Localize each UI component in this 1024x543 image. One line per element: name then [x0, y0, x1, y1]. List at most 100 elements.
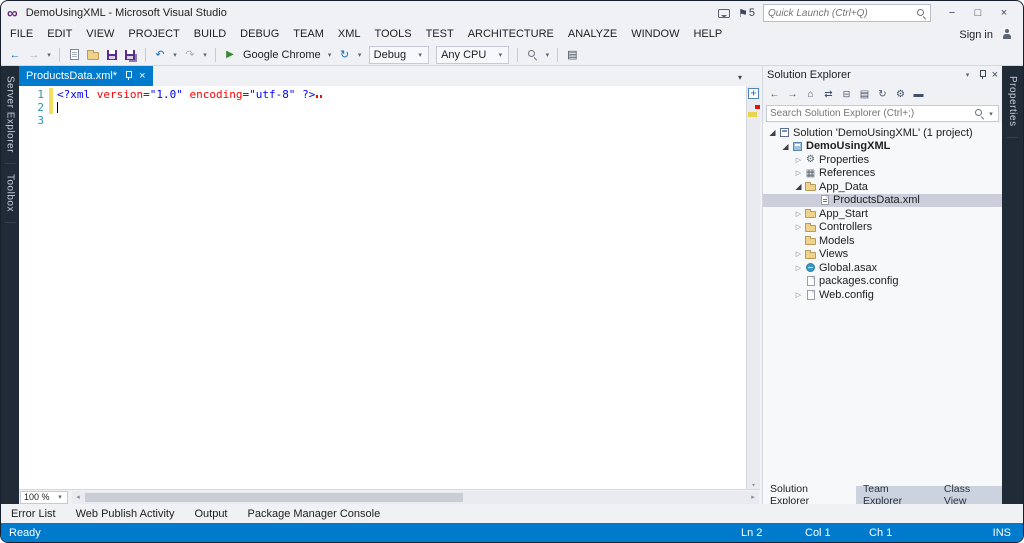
- horizontal-scrollbar[interactable]: ◂ ▸: [72, 490, 759, 504]
- close-button[interactable]: ×: [991, 4, 1017, 22]
- scroll-down-arrow-icon[interactable]: ▾: [747, 481, 760, 489]
- menu-item-tools[interactable]: TOOLS: [367, 25, 418, 44]
- browser-target-label[interactable]: Google Chrome: [241, 49, 323, 61]
- menu-item-build[interactable]: BUILD: [187, 25, 233, 44]
- refresh-browser-button[interactable]: ↻: [337, 46, 353, 64]
- menu-item-view[interactable]: VIEW: [79, 25, 121, 44]
- search-options-caret-icon[interactable]: ▾: [987, 110, 995, 118]
- new-file-button[interactable]: [66, 46, 82, 64]
- menu-item-analyze[interactable]: ANALYZE: [561, 25, 624, 44]
- code-line-1[interactable]: <?xml version="1.0" encoding="utf-8" ?>: [57, 88, 746, 101]
- feedback-icon[interactable]: [718, 8, 730, 18]
- code-line-3[interactable]: [57, 114, 746, 127]
- tree-item-references[interactable]: ▷ ▦ References: [763, 167, 1002, 181]
- tree-item-productsdata-xml[interactable]: ProductsData.xml: [763, 193, 1002, 207]
- close-icon[interactable]: ×: [139, 70, 145, 82]
- collapse-all-button[interactable]: ⊟: [838, 86, 855, 102]
- solution-explorer-header[interactable]: Solution Explorer ▾ ×: [763, 66, 1002, 84]
- editor-tab-productsdata-xml[interactable]: ProductsData.xml* ×: [19, 66, 153, 86]
- tool-tab-properties[interactable]: Properties: [1007, 66, 1018, 138]
- notifications-button[interactable]: ⚑ 5: [738, 7, 755, 20]
- tree-item-solution[interactable]: ◢ Solution 'DemoUsingXML' (1 project): [763, 126, 1002, 140]
- scroll-right-arrow-icon[interactable]: ▸: [747, 491, 759, 504]
- horizontal-scrollbar-thumb[interactable]: [85, 492, 463, 502]
- chevron-collapsed-icon[interactable]: ▷: [793, 210, 804, 218]
- redo-dropdown-caret-icon[interactable]: ▾: [201, 51, 209, 59]
- tree-item-properties[interactable]: ▷ ⚙ Properties: [763, 153, 1002, 167]
- user-account-icon[interactable]: [1001, 29, 1013, 40]
- tree-item-controllers[interactable]: ▷ Controllers: [763, 221, 1002, 235]
- search-box[interactable]: ▾: [766, 105, 999, 122]
- code-text-area[interactable]: <?xml version="1.0" encoding="utf-8" ?>: [53, 86, 746, 489]
- redo-button[interactable]: ↷: [182, 46, 198, 64]
- menu-item-help[interactable]: HELP: [686, 25, 729, 44]
- show-all-files-toolbar-button[interactable]: ▤: [564, 46, 580, 64]
- navigate-forward-button[interactable]: →: [26, 46, 42, 64]
- navigate-backward-button[interactable]: ←: [7, 46, 23, 64]
- chevron-collapsed-icon[interactable]: ▷: [793, 156, 804, 164]
- tab-error-list[interactable]: Error List: [11, 508, 56, 520]
- undo-button[interactable]: ↶: [152, 46, 168, 64]
- back-button[interactable]: ←: [766, 86, 783, 102]
- minimize-button[interactable]: −: [939, 4, 965, 22]
- quick-launch[interactable]: [763, 4, 931, 22]
- solution-configuration-select[interactable]: Debug ▾: [368, 45, 430, 64]
- tree-item-web-config[interactable]: ▷ Web.config: [763, 288, 1002, 302]
- chevron-collapsed-icon[interactable]: ▷: [793, 250, 804, 258]
- sync-with-active-document-button[interactable]: ⇄: [820, 86, 837, 102]
- tool-tab-server-explorer[interactable]: Server Explorer: [4, 66, 16, 164]
- chevron-expanded-icon[interactable]: ◢: [767, 128, 778, 137]
- save-button[interactable]: [104, 46, 120, 64]
- chevron-collapsed-icon[interactable]: ▷: [793, 223, 804, 231]
- pin-icon[interactable]: [124, 71, 133, 81]
- menu-item-window[interactable]: WINDOW: [624, 25, 686, 44]
- tab-team-explorer[interactable]: Team Explorer: [856, 483, 937, 507]
- undo-dropdown-caret-icon[interactable]: ▾: [171, 51, 179, 59]
- solution-platform-select[interactable]: Any CPU ▾: [436, 45, 510, 64]
- properties-button[interactable]: ⚙: [892, 86, 909, 102]
- menu-item-file[interactable]: FILE: [3, 25, 40, 44]
- menu-item-team[interactable]: TEAM: [286, 25, 331, 44]
- tree-item-app-data[interactable]: ◢ App_Data: [763, 180, 1002, 194]
- code-editor[interactable]: 1 2 3 <?xml version="1.0" encoding="utf-…: [19, 86, 760, 489]
- panel-close-icon[interactable]: ×: [992, 69, 998, 81]
- tool-tab-toolbox[interactable]: Toolbox: [4, 164, 16, 223]
- chevron-collapsed-icon[interactable]: ▷: [793, 264, 804, 272]
- tree-item-packages-config[interactable]: packages.config: [763, 275, 1002, 289]
- preview-selected-items-button[interactable]: ▬: [910, 86, 927, 102]
- menu-item-project[interactable]: PROJECT: [121, 25, 186, 44]
- maximize-button[interactable]: □: [965, 4, 991, 22]
- menu-item-xml[interactable]: XML: [331, 25, 368, 44]
- home-button[interactable]: ⌂: [802, 86, 819, 102]
- tree-item-project-demousingxml[interactable]: ◢ DemoUsingXML: [763, 140, 1002, 154]
- editor-split-add-button[interactable]: +: [748, 88, 759, 99]
- refresh-dropdown-caret-icon[interactable]: ▾: [356, 51, 364, 59]
- tab-solution-explorer[interactable]: Solution Explorer: [763, 483, 856, 507]
- find-in-files-button[interactable]: [524, 46, 540, 64]
- find-dropdown-caret-icon[interactable]: ▾: [543, 51, 551, 59]
- tab-overflow-caret-icon[interactable]: ▾: [738, 73, 742, 82]
- chevron-collapsed-icon[interactable]: ▷: [793, 291, 804, 299]
- browser-target-caret-icon[interactable]: ▾: [326, 51, 334, 59]
- auto-hide-pin-icon[interactable]: [978, 70, 986, 80]
- menu-item-architecture[interactable]: ARCHITECTURE: [461, 25, 561, 44]
- solution-explorer-search-input[interactable]: [770, 108, 972, 119]
- chevron-expanded-icon[interactable]: ◢: [780, 142, 791, 151]
- menu-item-debug[interactable]: DEBUG: [233, 25, 286, 44]
- chevron-collapsed-icon[interactable]: ▷: [793, 169, 804, 177]
- forward-button[interactable]: →: [784, 86, 801, 102]
- chevron-expanded-icon[interactable]: ◢: [793, 182, 804, 191]
- menu-item-test[interactable]: TEST: [419, 25, 461, 44]
- tab-package-manager-console[interactable]: Package Manager Console: [248, 508, 381, 520]
- scroll-left-arrow-icon[interactable]: ◂: [72, 491, 84, 504]
- tab-web-publish-activity[interactable]: Web Publish Activity: [76, 508, 175, 520]
- tree-item-global-asax[interactable]: ▷ Global.asax: [763, 261, 1002, 275]
- tree-item-app-start[interactable]: ▷ App_Start: [763, 207, 1002, 221]
- tab-output[interactable]: Output: [194, 508, 227, 520]
- save-all-button[interactable]: [123, 46, 139, 64]
- quick-launch-input[interactable]: [768, 7, 917, 19]
- refresh-button[interactable]: ↻: [874, 86, 891, 102]
- window-position-caret-icon[interactable]: ▾: [964, 71, 972, 79]
- start-debugging-icon[interactable]: ▶: [222, 46, 238, 64]
- open-file-button[interactable]: [85, 46, 101, 64]
